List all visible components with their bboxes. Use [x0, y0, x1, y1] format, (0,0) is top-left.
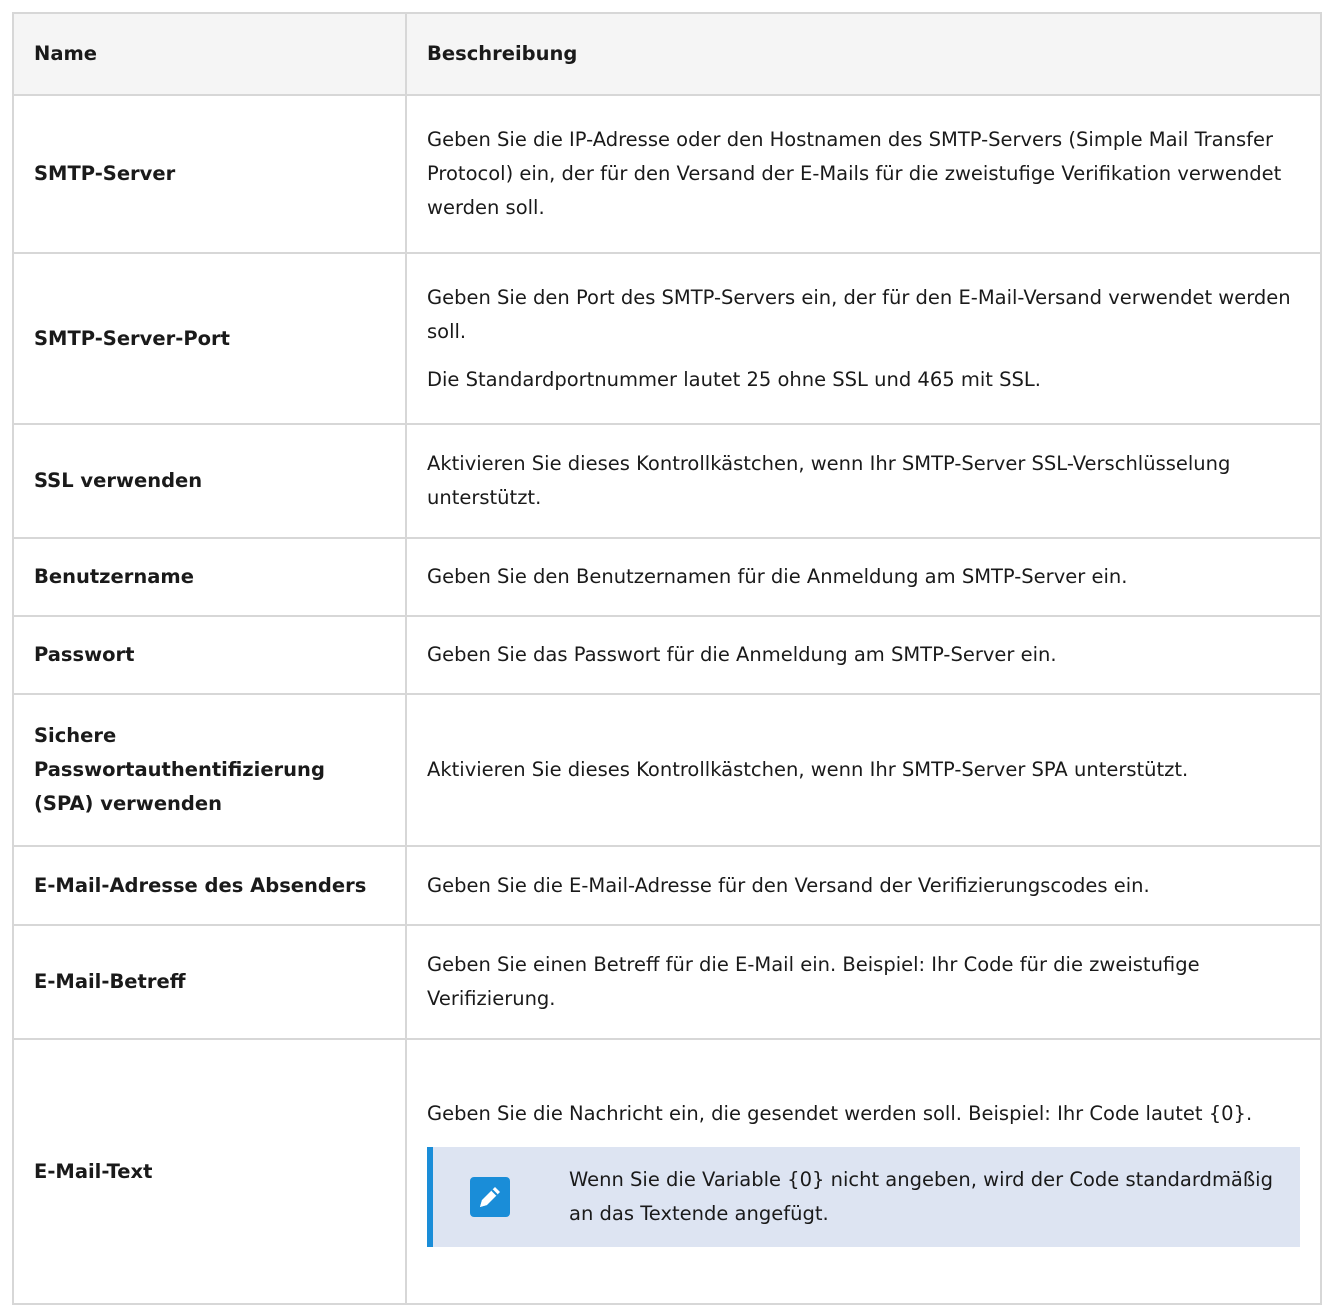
description-paragraph: Geben Sie den Port des SMTP-Servers ein,… [427, 285, 1291, 343]
description-paragraph: Geben Sie das Passwort für die Anmeldung… [427, 643, 1057, 666]
table-row: SSL verwenden Aktivieren Sie dieses Kont… [12, 423, 1322, 539]
description-paragraph: Aktivieren Sie dieses Kontrollkästchen, … [427, 758, 1189, 781]
row-description: Aktivieren Sie dieses Kontrollkästchen, … [405, 423, 1322, 539]
row-name: E-Mail-Adresse des Absenders [12, 845, 407, 926]
description-paragraph: Geben Sie die Nachricht ein, die gesende… [427, 1101, 1253, 1125]
description-paragraph: Geben Sie die IP-Adresse oder den Hostna… [427, 128, 1282, 219]
row-name: E-Mail-Betreff [12, 924, 407, 1040]
table-row: E-Mail-Text Geben Sie die Nachricht ein,… [12, 1038, 1322, 1305]
description-paragraph: Die Standardportnummer lautet 25 ohne SS… [427, 367, 1041, 391]
row-name: SSL verwenden [12, 423, 407, 539]
row-description: Geben Sie die E-Mail-Adresse für den Ver… [405, 845, 1322, 926]
row-description: Geben Sie die IP-Adresse oder den Hostna… [405, 94, 1322, 254]
description-paragraph: Geben Sie einen Betreff für die E-Mail e… [427, 953, 1200, 1010]
row-description: Geben Sie den Benutzernamen für die Anme… [405, 537, 1322, 617]
row-description: Aktivieren Sie dieses Kontrollkästchen, … [405, 693, 1322, 847]
column-header-name: Name [12, 12, 407, 96]
table-row: SMTP-Server Geben Sie die IP-Adresse ode… [12, 94, 1322, 254]
note-box: Wenn Sie die Variable {0} nicht angeben,… [427, 1146, 1300, 1247]
note-text: Wenn Sie die Variable {0} nicht angeben,… [569, 1167, 1273, 1225]
settings-table: Name Beschreibung SMTP-Server Geben Sie … [12, 12, 1322, 1305]
table-row: Benutzername Geben Sie den Benutzernamen… [12, 537, 1322, 617]
column-header-description: Beschreibung [405, 12, 1322, 96]
pencil-icon [469, 1176, 511, 1218]
table-row: E-Mail-Adresse des Absenders Geben Sie d… [12, 845, 1322, 926]
table-header-row: Name Beschreibung [12, 12, 1322, 96]
row-name: E-Mail-Text [12, 1038, 407, 1305]
row-description: Geben Sie den Port des SMTP-Servers ein,… [405, 252, 1322, 425]
row-name: SMTP-Server [12, 94, 407, 254]
row-description: Geben Sie einen Betreff für die E-Mail e… [405, 924, 1322, 1040]
row-name: Sichere Passwortauthentifizierung (SPA) … [12, 693, 407, 847]
description-paragraph: Aktivieren Sie dieses Kontrollkästchen, … [427, 452, 1231, 509]
row-name: SMTP-Server-Port [12, 252, 407, 425]
row-description: Geben Sie das Passwort für die Anmeldung… [405, 615, 1322, 695]
row-name: Passwort [12, 615, 407, 695]
description-paragraph: Geben Sie die E-Mail-Adresse für den Ver… [427, 873, 1150, 897]
table-row: Passwort Geben Sie das Passwort für die … [12, 615, 1322, 695]
table-row: E-Mail-Betreff Geben Sie einen Betreff f… [12, 924, 1322, 1040]
row-description: Geben Sie die Nachricht ein, die gesende… [405, 1038, 1322, 1305]
table-row: SMTP-Server-Port Geben Sie den Port des … [12, 252, 1322, 425]
row-name: Benutzername [12, 537, 407, 617]
table-row: Sichere Passwortauthentifizierung (SPA) … [12, 693, 1322, 847]
description-paragraph: Geben Sie den Benutzernamen für die Anme… [427, 565, 1128, 588]
